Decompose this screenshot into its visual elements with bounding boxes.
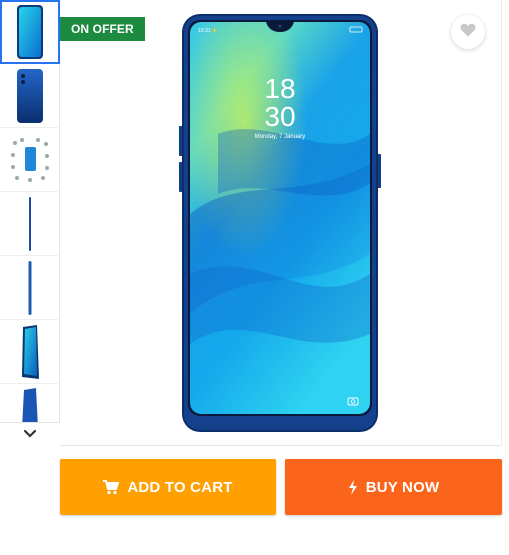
divider <box>501 0 502 446</box>
heart-icon <box>460 23 476 42</box>
thumbnail-features-collage[interactable] <box>0 128 60 192</box>
thumbnail-back-view[interactable] <box>0 64 60 128</box>
thumbnail-side-view-edge[interactable] <box>0 256 60 320</box>
add-to-cart-label: ADD TO CART <box>127 478 233 496</box>
buy-now-button[interactable]: BUY NOW <box>285 459 502 515</box>
thumbnail-side-view-thin[interactable] <box>0 192 60 256</box>
lockscreen-date: Monday, 7 January <box>255 134 306 140</box>
add-to-cart-button[interactable]: ADD TO CART <box>60 459 276 515</box>
offer-badge: ON OFFER <box>60 17 145 41</box>
buy-now-label: BUY NOW <box>365 478 440 496</box>
lockscreen-minute: 30 <box>264 101 295 132</box>
product-image: 10:31 ⚡ 18 30 Monday, 7 January <box>178 14 382 432</box>
gallery-scroll-down-button[interactable] <box>0 422 60 447</box>
thumbnail-angled-front[interactable] <box>0 320 60 384</box>
thumbnail-angled-back[interactable] <box>0 384 60 424</box>
svg-text:10:31 ⚡: 10:31 ⚡ <box>198 27 218 34</box>
lightning-icon <box>348 479 358 495</box>
lockscreen-hour: 18 <box>264 73 295 104</box>
thumbnail-front-view[interactable] <box>0 0 60 64</box>
wishlist-button[interactable] <box>451 15 485 49</box>
cart-icon <box>103 479 120 495</box>
chevron-down-icon <box>23 426 37 444</box>
thumbnail-gallery <box>0 0 60 447</box>
